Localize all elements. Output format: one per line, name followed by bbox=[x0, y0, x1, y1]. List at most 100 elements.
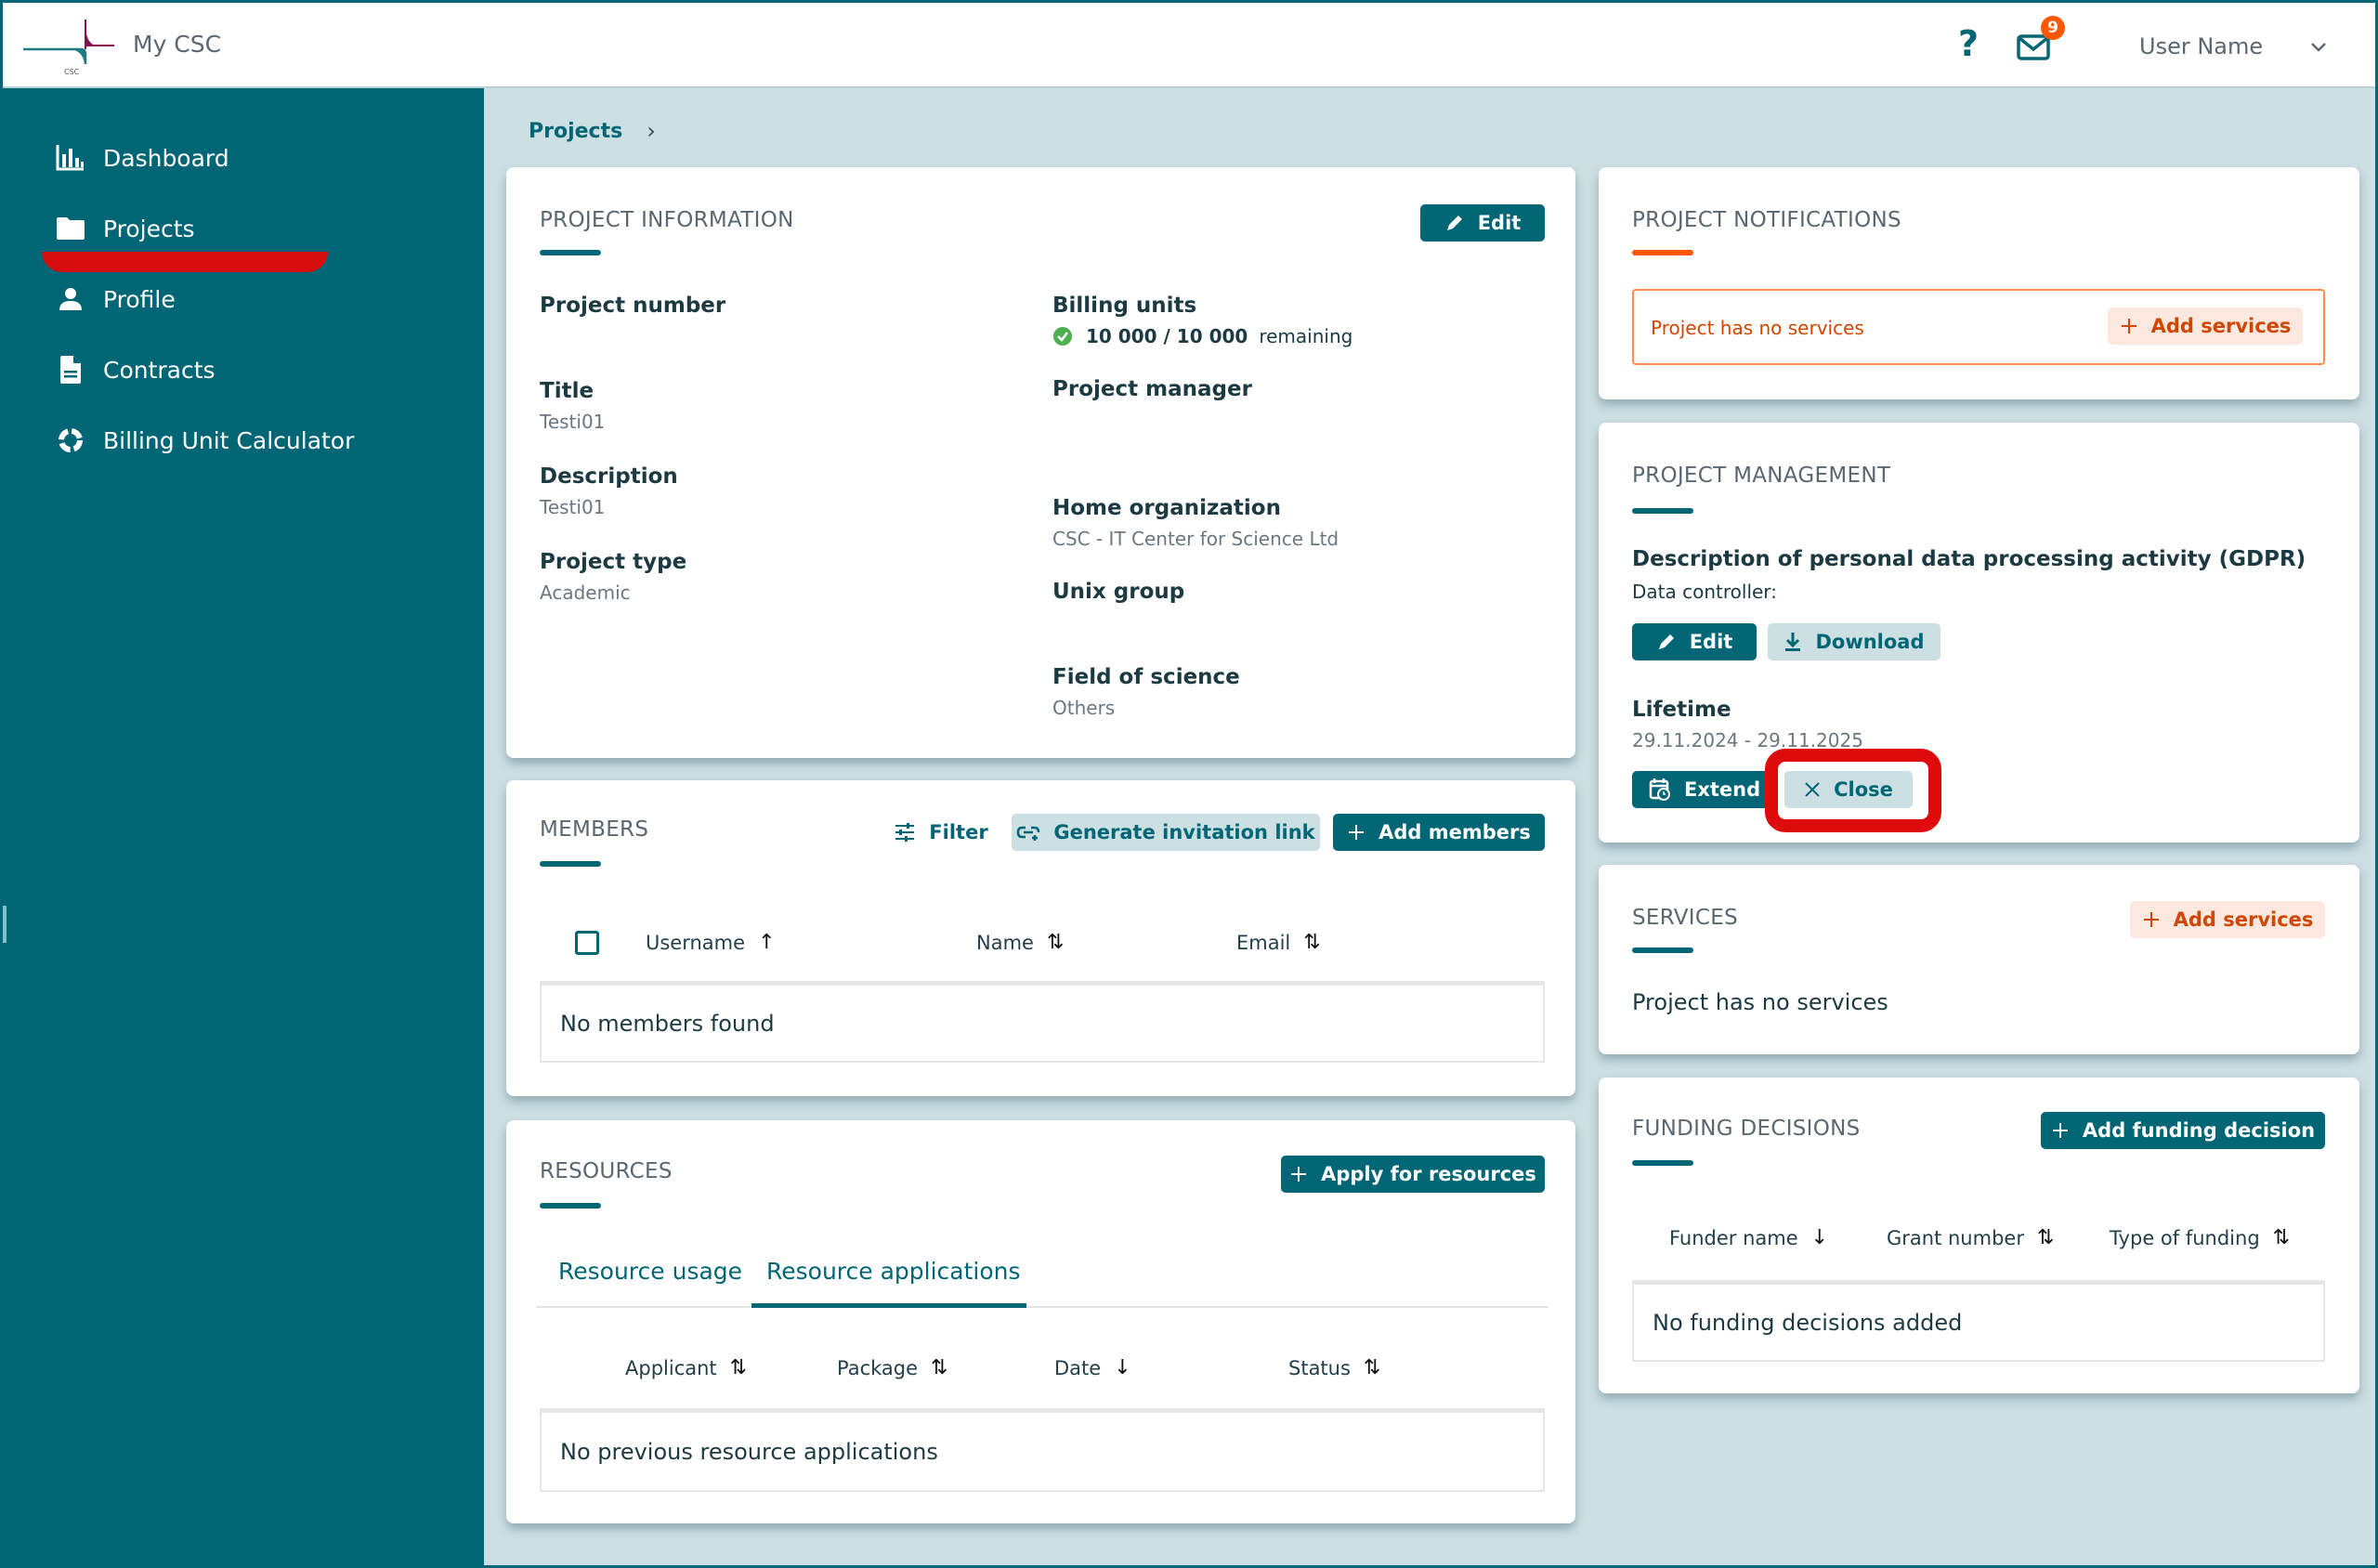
sidebar-item-projects[interactable]: Projects bbox=[55, 205, 195, 252]
field-value: Academic bbox=[540, 581, 631, 604]
sort-both-icon[interactable]: ⇅ bbox=[730, 1356, 747, 1379]
empty-text: No previous resource applications bbox=[560, 1438, 938, 1465]
top-header: CSC My CSC ? 9 User Name bbox=[3, 3, 2375, 88]
column-header-username[interactable]: Username ↑ bbox=[646, 931, 776, 954]
column-header-funder-name[interactable]: Funder name ↓ bbox=[1669, 1226, 1828, 1249]
active-nav-indicator bbox=[42, 252, 328, 272]
button-label: Edit bbox=[1477, 212, 1522, 234]
column-header-status[interactable]: Status ⇅ bbox=[1288, 1356, 1380, 1379]
column-label: Applicant bbox=[625, 1356, 717, 1379]
logo-text: CSC bbox=[64, 68, 80, 75]
sort-desc-icon[interactable]: ↓ bbox=[1811, 1226, 1828, 1249]
title-underline bbox=[540, 1203, 601, 1209]
scrollbar[interactable] bbox=[3, 906, 7, 943]
help-icon[interactable]: ? bbox=[1958, 23, 1979, 64]
funding-decisions-card: FUNDING DECISIONS Add funding decision F… bbox=[1599, 1078, 2359, 1393]
sidebar-item-dashboard[interactable]: Dashboard bbox=[55, 135, 229, 181]
document-icon bbox=[55, 355, 86, 385]
download-gdpr-button[interactable]: Download bbox=[1768, 623, 1940, 660]
column-label: Grant number bbox=[1887, 1226, 2024, 1249]
plus-icon bbox=[2120, 317, 2138, 335]
button-label: Add members bbox=[1378, 821, 1531, 843]
extend-button[interactable]: Extend bbox=[1632, 771, 1771, 808]
sidebar-item-profile[interactable]: Profile bbox=[55, 276, 176, 322]
card-title: PROJECT INFORMATION bbox=[540, 208, 794, 232]
add-funding-decision-button[interactable]: Add funding decision bbox=[2041, 1112, 2325, 1149]
plus-icon bbox=[2142, 910, 2161, 929]
column-label: Type of funding bbox=[2110, 1226, 2260, 1249]
column-header-applicant[interactable]: Applicant ⇅ bbox=[625, 1356, 747, 1379]
column-label: Name bbox=[976, 931, 1034, 954]
mail-icon[interactable] bbox=[2017, 34, 2050, 60]
card-title: PROJECT NOTIFICATIONS bbox=[1632, 208, 1901, 232]
button-label: Close bbox=[1834, 778, 1893, 801]
select-all-checkbox[interactable] bbox=[575, 931, 599, 955]
close-project-button[interactable]: Close bbox=[1784, 771, 1913, 808]
button-label: Download bbox=[1815, 631, 1925, 653]
sort-desc-icon[interactable]: ↓ bbox=[1114, 1356, 1130, 1379]
bar-chart-icon bbox=[55, 143, 86, 173]
tab-resource-usage[interactable]: Resource usage bbox=[558, 1258, 742, 1285]
user-menu[interactable]: User Name bbox=[2139, 33, 2263, 59]
resources-card: RESOURCES Apply for resources Resource u… bbox=[506, 1120, 1575, 1523]
sidebar-item-billing-unit-calculator[interactable]: Billing Unit Calculator bbox=[55, 417, 354, 464]
sidebar-item-label: Profile bbox=[103, 285, 176, 313]
services-empty-text: Project has no services bbox=[1632, 989, 1888, 1015]
generate-invitation-link-button[interactable]: Generate invitation link bbox=[1012, 814, 1320, 851]
card-title: SERVICES bbox=[1632, 906, 1738, 930]
pencil-icon bbox=[1656, 632, 1677, 652]
app-name[interactable]: My CSC bbox=[133, 31, 221, 58]
chevron-down-icon[interactable] bbox=[2308, 36, 2329, 57]
button-label: Add services bbox=[2150, 315, 2292, 337]
empty-text: No members found bbox=[560, 1010, 775, 1037]
sort-both-icon[interactable]: ⇅ bbox=[1364, 1356, 1380, 1379]
project-management-card: PROJECT MANAGEMENT Description of person… bbox=[1599, 423, 2359, 843]
column-header-grant-number[interactable]: Grant number ⇅ bbox=[1887, 1226, 2054, 1249]
link-icon bbox=[1016, 823, 1040, 842]
plus-icon bbox=[1289, 1165, 1308, 1183]
title-underline bbox=[540, 861, 601, 867]
sidebar-item-contracts[interactable]: Contracts bbox=[55, 346, 216, 393]
column-header-name[interactable]: Name ⇅ bbox=[976, 931, 1064, 954]
title-underline bbox=[1632, 1160, 1693, 1166]
column-header-package[interactable]: Package ⇅ bbox=[837, 1356, 947, 1379]
title-underline bbox=[1632, 947, 1693, 953]
sort-asc-icon[interactable]: ↑ bbox=[758, 931, 775, 954]
sort-both-icon[interactable]: ⇅ bbox=[2273, 1226, 2290, 1249]
pencil-icon bbox=[1444, 213, 1465, 233]
add-services-button[interactable]: Add services bbox=[2130, 901, 2325, 938]
empty-text: No funding decisions added bbox=[1653, 1309, 1963, 1336]
column-header-email[interactable]: Email ⇅ bbox=[1236, 931, 1321, 954]
apply-for-resources-button[interactable]: Apply for resources bbox=[1281, 1156, 1545, 1193]
csc-logo-icon[interactable]: CSC bbox=[23, 18, 116, 75]
add-services-button[interactable]: Add services bbox=[2108, 307, 2303, 345]
add-members-button[interactable]: Add members bbox=[1333, 814, 1545, 851]
card-title: PROJECT MANAGEMENT bbox=[1632, 464, 1891, 488]
filter-button[interactable]: Filter bbox=[887, 814, 995, 851]
sort-both-icon[interactable]: ⇅ bbox=[1303, 931, 1320, 954]
title-underline bbox=[1632, 508, 1693, 514]
card-title: MEMBERS bbox=[540, 817, 649, 842]
tab-resource-applications[interactable]: Resource applications bbox=[766, 1258, 1021, 1285]
column-header-type-of-funding[interactable]: Type of funding ⇅ bbox=[2110, 1226, 2290, 1249]
edit-gdpr-button[interactable]: Edit bbox=[1632, 623, 1757, 660]
sort-both-icon[interactable]: ⇅ bbox=[931, 1356, 947, 1379]
field-value: CSC - IT Center for Science Ltd bbox=[1052, 528, 1339, 550]
plus-icon bbox=[2051, 1121, 2070, 1140]
sort-both-icon[interactable]: ⇅ bbox=[2037, 1226, 2054, 1249]
card-title: FUNDING DECISIONS bbox=[1632, 1117, 1861, 1141]
field-label: Field of science bbox=[1052, 665, 1240, 689]
column-label: Date bbox=[1054, 1356, 1102, 1379]
resource-applications-empty-state: No previous resource applications bbox=[540, 1408, 1545, 1492]
column-label: Username bbox=[646, 931, 746, 954]
field-label: Project manager bbox=[1052, 377, 1252, 401]
field-label: Project type bbox=[540, 550, 687, 574]
sidebar: Dashboard Projects Profile Contracts Bil… bbox=[3, 88, 484, 1565]
breadcrumb-projects[interactable]: Projects bbox=[529, 120, 622, 143]
column-header-date[interactable]: Date ↓ bbox=[1054, 1356, 1131, 1379]
edit-project-button[interactable]: Edit bbox=[1420, 204, 1545, 242]
sort-both-icon[interactable]: ⇅ bbox=[1047, 931, 1064, 954]
plus-icon bbox=[1347, 823, 1365, 842]
field-label: Description bbox=[540, 464, 678, 489]
funding-empty-state: No funding decisions added bbox=[1632, 1280, 2325, 1362]
